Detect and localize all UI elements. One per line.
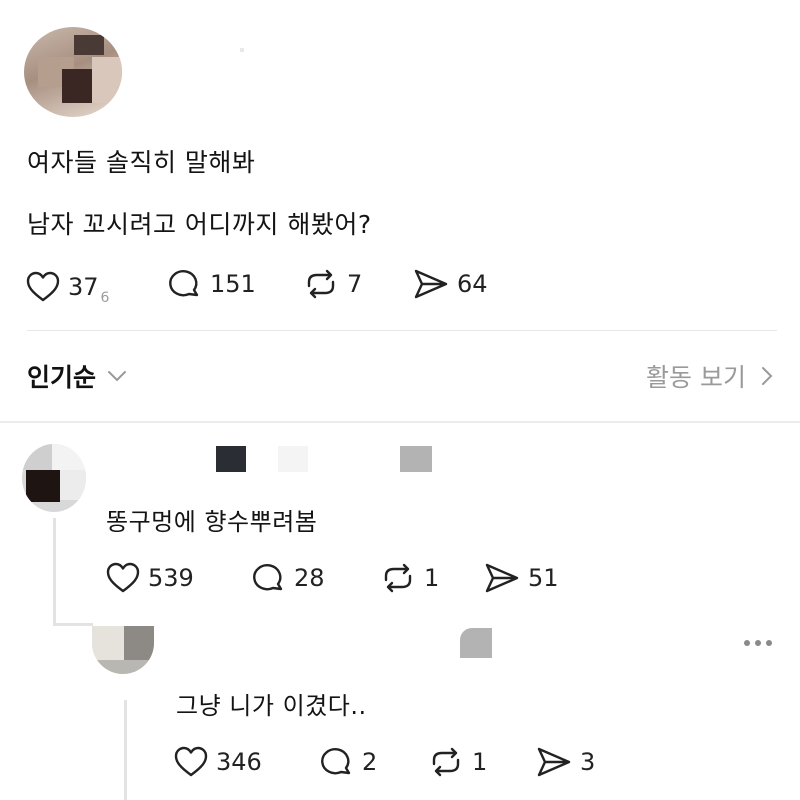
chevron-down-icon: [108, 371, 127, 382]
repost-icon: [307, 269, 335, 299]
comment-icon: [321, 748, 351, 775]
like-count: 539: [148, 564, 194, 592]
share-count: 51: [528, 564, 559, 592]
send-icon: [414, 269, 448, 299]
comment-icon: [253, 564, 283, 591]
repost-button[interactable]: 7: [303, 268, 362, 300]
section-divider: [0, 421, 800, 423]
share-count: 3: [580, 748, 596, 776]
reply-text: 똥구멍에 향수뿌려봄: [106, 508, 318, 536]
avatar[interactable]: [24, 27, 122, 117]
comment-count: 151: [210, 270, 256, 298]
comment-count: 28: [294, 564, 325, 592]
thread-line: [124, 700, 127, 800]
more-icon: [744, 640, 750, 646]
avatar-mosaic-block: [74, 35, 104, 55]
send-icon: [537, 747, 571, 777]
heart-icon: [174, 746, 208, 777]
avatar-mosaic-block: [92, 57, 122, 103]
share-button[interactable]: 64: [413, 268, 488, 300]
share-count: 64: [457, 270, 488, 298]
send-icon: [485, 563, 519, 593]
avatar-mosaic-block: [62, 69, 92, 103]
username-mosaic: [460, 628, 492, 658]
more-icon: [766, 640, 772, 646]
reply-avatar[interactable]: [92, 626, 154, 674]
comment-count: 2: [362, 748, 378, 776]
heart-icon: [106, 562, 140, 593]
like-count-sub: 6: [100, 290, 110, 306]
repost-icon: [432, 747, 460, 777]
reply-avatar[interactable]: [22, 444, 86, 512]
repost-count: 1: [424, 564, 440, 592]
username-mosaic: [216, 446, 246, 472]
like-button[interactable]: 346: [174, 746, 262, 778]
sort-label: 인기순: [27, 363, 97, 392]
username-mosaic: [278, 446, 308, 472]
comment-icon: [169, 270, 199, 297]
comment-button[interactable]: 2: [320, 746, 377, 778]
sort-dropdown[interactable]: 인기순: [27, 358, 128, 394]
share-button[interactable]: 3: [536, 746, 595, 778]
like-count: 37: [68, 273, 99, 301]
repost-count: 7: [347, 270, 363, 298]
like-button[interactable]: 37 6: [26, 268, 109, 306]
chevron-right-icon: [762, 367, 773, 385]
heart-icon: [26, 271, 60, 302]
username-mosaic: [400, 446, 432, 472]
share-button[interactable]: 51: [484, 562, 559, 594]
post-text-line2: 남자 꼬시려고 어디까지 해봤어?: [27, 210, 372, 239]
like-button[interactable]: 539: [106, 562, 194, 594]
more-icon: [755, 640, 761, 646]
repost-button[interactable]: 1: [380, 562, 439, 594]
more-button[interactable]: [744, 640, 772, 646]
reply-text: 그냥 니가 이겼다..: [176, 692, 367, 720]
post-text-line1: 여자들 솔직히 말해봐: [27, 148, 256, 177]
comment-button[interactable]: 28: [252, 562, 325, 594]
thread-line-elbow: [53, 623, 93, 626]
repost-icon: [384, 563, 412, 593]
activity-label: 활동 보기: [646, 363, 746, 392]
divider: [27, 330, 777, 331]
username-mosaic: [240, 48, 244, 52]
comment-button[interactable]: 151: [168, 268, 256, 300]
thread-line: [53, 518, 56, 626]
activity-link[interactable]: 활동 보기: [646, 358, 774, 394]
repost-count: 1: [472, 748, 488, 776]
repost-button[interactable]: 1: [428, 746, 487, 778]
like-count: 346: [216, 748, 262, 776]
